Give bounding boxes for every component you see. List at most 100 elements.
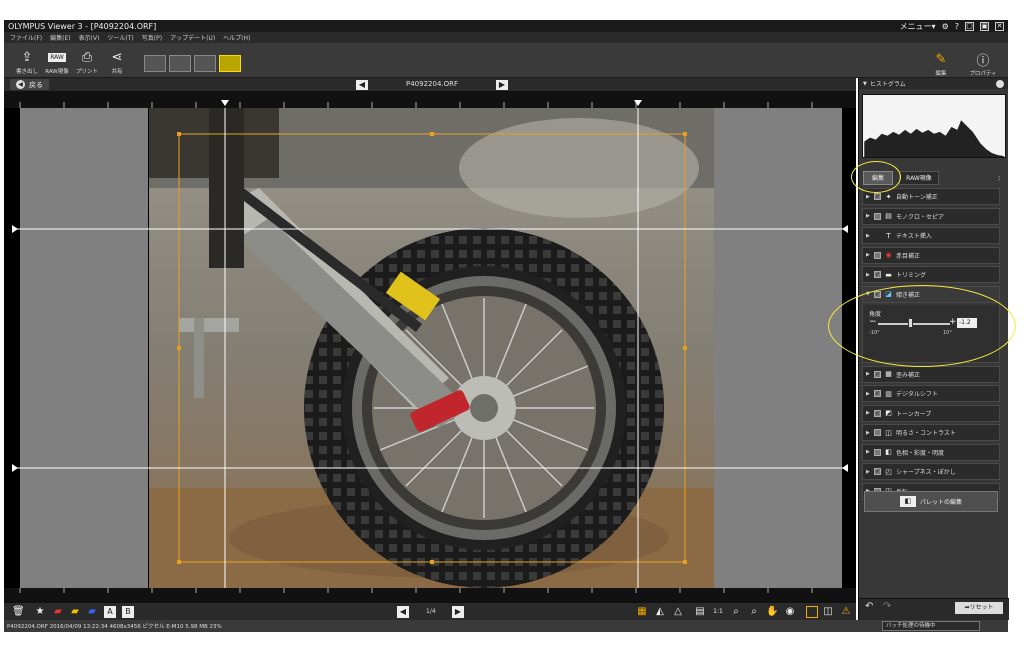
auto-tone-icon: ✦	[885, 192, 892, 201]
tool-checkbox[interactable]	[874, 448, 881, 456]
tool-row-tone-curve[interactable]: ▶ ✓ ◩ トーンカーブ	[862, 404, 1000, 422]
menu-help[interactable]: ヘルプ(H)	[223, 33, 250, 42]
bottom-toolbar: 🗑 ★ ▰ ▰ ▰ A B ◀ 1/4 ▶ ▦ ◭ △ ▤ 1:1 ⌕ ⌕ ✋ …	[4, 602, 856, 620]
image-viewer[interactable]	[4, 92, 856, 602]
menu-button[interactable]: メニュー▾	[900, 21, 936, 32]
reset-button[interactable]: ➡リセット	[955, 602, 1003, 614]
angle-value-input[interactable]: -1.2	[957, 318, 977, 328]
decrease-angle-button[interactable]: −	[869, 317, 877, 327]
single-view-icon[interactable]	[806, 606, 818, 618]
angle-max-label: 10°	[943, 330, 952, 336]
crop-overlay[interactable]	[4, 92, 856, 602]
yellow-tag-icon[interactable]: ▰	[69, 606, 81, 618]
angle-slider-track[interactable]	[878, 323, 950, 325]
menu-file[interactable]: ファイル(F)	[10, 33, 42, 42]
minimize-button[interactable]: ▢	[965, 21, 974, 31]
tool-row-tilt[interactable]: ▼ ✓ ◪ 傾き補正	[862, 285, 1000, 303]
tool-checkbox[interactable]: ✓	[874, 409, 881, 417]
preview-eye-icon[interactable]: ◉	[784, 606, 796, 618]
edit-panel: ▼ ヒストグラム 編集 RAW現像 ⁝ ▶ ✓ ✦ 自動トーン補正 ▶ ▤ モノ…	[858, 78, 1009, 620]
print-button[interactable]: ⎙ プリント	[72, 45, 102, 77]
blue-tag-icon[interactable]: ▰	[86, 606, 98, 618]
tool-row-digital-shift[interactable]: ▶ ✓ ▥ デジタルシフト	[862, 385, 1000, 402]
export-button[interactable]: ⇪ 書き出し	[12, 45, 42, 77]
bottom-ruler	[4, 588, 856, 602]
view-mode-4[interactable]	[219, 55, 241, 72]
b-label-icon[interactable]: B	[122, 606, 134, 618]
view-mode-2[interactable]	[169, 55, 191, 72]
tool-checkbox[interactable]	[874, 212, 881, 220]
tab-edit[interactable]: 編集	[863, 171, 893, 185]
next-page-button[interactable]: ▶	[452, 606, 464, 618]
warning-outline-icon[interactable]: △	[672, 606, 684, 618]
image-nav-bar: ◀ 戻る ◀ P4092204.ORF ▶	[4, 78, 856, 92]
tool-checkbox[interactable]: ✓	[874, 271, 881, 278]
tool-row-text[interactable]: ▶ T テキスト挿入	[862, 227, 1000, 244]
edit-mode-button[interactable]: ✎ 編集	[926, 47, 956, 79]
help-icon[interactable]: ?	[955, 22, 959, 31]
share-button[interactable]: ⋖ 共有	[102, 45, 132, 77]
tool-checkbox[interactable]	[874, 429, 881, 436]
grid-icon[interactable]: ▦	[636, 606, 648, 618]
close-button[interactable]: ✕	[995, 21, 1004, 31]
tool-checkbox[interactable]: ✓	[874, 193, 881, 200]
view-mode-1[interactable]	[144, 55, 166, 72]
tool-row-hue[interactable]: ▶ ◧ 色相・彩度・明度	[862, 443, 1000, 461]
tool-row-auto-tone[interactable]: ▶ ✓ ✦ 自動トーン補正	[862, 188, 1000, 205]
a-label-icon[interactable]: A	[104, 606, 116, 618]
tool-row-redeye[interactable]: ▶ ◉ 赤目補正	[862, 246, 1000, 264]
next-image-button[interactable]: ▶	[496, 80, 508, 90]
redo-icon[interactable]: ↷	[883, 601, 891, 612]
menu-edit[interactable]: 編集(E)	[50, 33, 70, 42]
hand-tool-icon[interactable]: ✋	[766, 606, 778, 618]
raw-develop-button[interactable]: RAW RAW現像	[42, 45, 72, 77]
tool-row-trim[interactable]: ▶ ✓ ▬ トリミング	[862, 266, 1000, 283]
tool-row-monochrome[interactable]: ▶ ▤ モノクロ・セピア	[862, 207, 1000, 225]
star-icon[interactable]: ★	[34, 606, 46, 618]
edit-tool-list: ▶ ✓ ✦ 自動トーン補正 ▶ ▤ モノクロ・セピア ▶ T テキスト挿入 ▶ …	[862, 188, 1000, 502]
tool-checkbox[interactable]: ✓	[874, 370, 881, 378]
actual-size-icon[interactable]: 1:1	[712, 606, 724, 618]
histogram	[862, 94, 1006, 158]
tool-row-brightness[interactable]: ▶ ◫ 明るさ・コントラスト	[862, 424, 1000, 441]
back-arrow-icon: ◀	[16, 80, 25, 89]
warning-icon[interactable]: ⚠	[840, 606, 852, 618]
settings-icon[interactable]: ⚙	[942, 22, 949, 31]
histogram-options-icon[interactable]	[996, 79, 1004, 88]
tool-row-distortion[interactable]: ▶ ✓ ▦ 歪み補正	[862, 365, 1000, 383]
current-filename: P4092204.ORF	[406, 80, 459, 88]
angle-slider-thumb[interactable]	[907, 318, 913, 328]
edit-palette-button[interactable]: ◧ パレットの編集	[864, 491, 998, 512]
tool-checkbox[interactable]: ✓	[874, 290, 881, 298]
tone-curve-icon: ◩	[885, 409, 892, 417]
tool-checkbox[interactable]: ✓	[874, 468, 881, 475]
menu-update[interactable]: アップデート(U)	[170, 33, 215, 42]
distortion-icon: ▦	[885, 370, 892, 378]
palette-icon: ◧	[899, 496, 916, 507]
panel-menu-icon[interactable]: ⁝	[998, 175, 1000, 183]
properties-button[interactable]: ⓘ プロパティ	[968, 47, 998, 79]
undo-icon[interactable]: ↶	[865, 601, 873, 612]
tool-row-sharpness[interactable]: ▶ ✓ ◰ シャープネス・ぼかし	[862, 463, 1000, 480]
zoom-out-icon[interactable]: ⌕	[748, 606, 760, 618]
red-tag-icon[interactable]: ▰	[52, 606, 64, 618]
prev-image-button[interactable]: ◀	[356, 80, 368, 90]
histogram-header[interactable]: ▼ ヒストグラム	[859, 78, 1008, 89]
menu-view[interactable]: 表示(V)	[79, 33, 100, 42]
view-mode-3[interactable]	[194, 55, 216, 72]
digital-shift-icon: ▥	[885, 389, 892, 398]
menu-tools[interactable]: ツール(T)	[107, 33, 133, 42]
menu-photo[interactable]: 写真(P)	[142, 33, 162, 42]
back-button[interactable]: ◀ 戻る	[10, 79, 49, 90]
tab-raw[interactable]: RAW現像	[899, 171, 939, 185]
compare-icon[interactable]: ◭	[654, 606, 666, 618]
trash-icon[interactable]: 🗑	[12, 606, 25, 618]
tool-checkbox[interactable]	[874, 251, 881, 259]
zoom-in-icon[interactable]: ⌕	[730, 606, 742, 618]
split-view-icon[interactable]: ◫	[822, 606, 834, 618]
tool-checkbox[interactable]: ✓	[874, 390, 881, 397]
prev-page-button[interactable]: ◀	[397, 606, 409, 618]
increase-angle-button[interactable]: +	[949, 317, 957, 327]
list-view-icon[interactable]: ▤	[694, 606, 706, 618]
maximize-button[interactable]: ▣	[980, 21, 989, 31]
